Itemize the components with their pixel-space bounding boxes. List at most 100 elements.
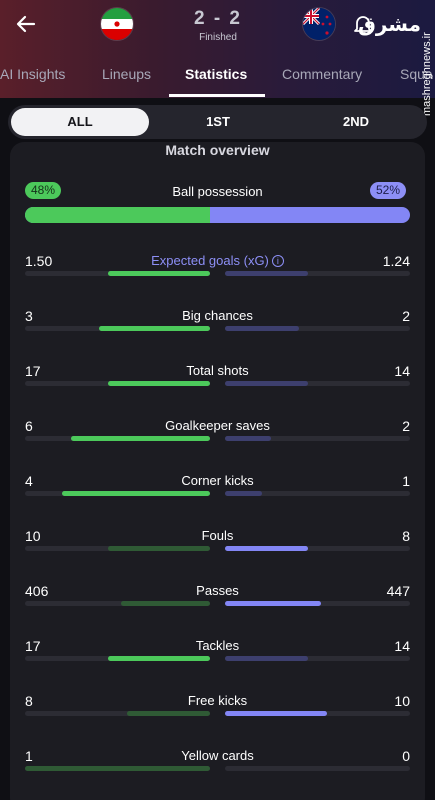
home-stat-track — [25, 546, 210, 551]
tab-commentary[interactable]: Commentary — [282, 66, 362, 82]
period-selector: ALL 1ST 2ND — [8, 105, 427, 139]
stat-label: Tackles — [0, 638, 435, 653]
away-stat-track — [225, 436, 410, 441]
stat-away-value: 2 — [402, 418, 410, 434]
away-stat-track — [225, 711, 410, 716]
stat-label-text: Big chances — [182, 308, 253, 323]
card-title: Match overview — [165, 142, 270, 158]
home-stat-bar — [108, 656, 210, 661]
active-tab-indicator — [169, 94, 265, 97]
home-stat-track — [25, 326, 210, 331]
away-stat-bar — [225, 491, 262, 496]
away-stat-track — [225, 326, 410, 331]
home-stat-bar — [108, 546, 210, 551]
home-stat-bar — [25, 766, 210, 771]
stat-label-text: Corner kicks — [181, 473, 254, 488]
period-1st-button[interactable]: 1ST — [149, 108, 287, 136]
match-score: 2 - 2 — [193, 8, 243, 29]
possession-away-badge: 52% — [370, 182, 407, 199]
home-stat-track — [25, 656, 210, 661]
stat-label: Free kicks — [0, 693, 435, 708]
stat-label: Fouls — [0, 528, 435, 543]
stat-label-text: Passes — [196, 583, 239, 598]
possession-bar — [25, 207, 410, 223]
stat-label: Goalkeeper saves — [0, 418, 435, 433]
stat-away-value: 1.24 — [382, 253, 410, 269]
stat-row: 8 Free kicks 10 — [0, 693, 435, 733]
back-arrow-icon — [16, 15, 36, 33]
away-stat-track — [225, 766, 410, 771]
stat-row: 1 Yellow cards 0 — [0, 748, 435, 788]
home-stat-track — [25, 601, 210, 606]
away-stat-track — [225, 381, 410, 386]
home-stat-track — [25, 271, 210, 276]
away-stat-track — [225, 491, 410, 496]
tab-bar: AI Insights Lineups Statistics Commentar… — [0, 58, 435, 98]
stat-row: 17 Total shots 14 — [0, 363, 435, 403]
stat-row: 4 Corner kicks 1 — [0, 473, 435, 513]
stat-label-text: Total shots — [186, 363, 249, 378]
home-stat-track — [25, 711, 210, 716]
tab-lineups[interactable]: Lineups — [102, 66, 151, 82]
home-stat-bar — [108, 271, 210, 276]
stat-away-value: 8 — [402, 528, 410, 544]
away-stat-bar — [225, 326, 299, 331]
stat-row: 406 Passes 447 — [0, 583, 435, 623]
stat-label: Total shots — [0, 363, 435, 378]
away-stat-bar — [225, 601, 322, 606]
stat-label-text: Expected goals (xG) — [151, 253, 269, 268]
new-zealand-flag-icon[interactable] — [303, 8, 335, 40]
home-stat-bar — [62, 491, 210, 496]
away-stat-bar — [225, 656, 309, 661]
away-stat-track — [225, 656, 410, 661]
stat-away-value: 10 — [394, 693, 410, 709]
period-all-button[interactable]: ALL — [11, 108, 149, 136]
stat-away-value: 2 — [402, 308, 410, 324]
away-stat-track — [225, 271, 410, 276]
away-stat-bar — [225, 381, 309, 386]
home-stat-track — [25, 491, 210, 496]
stat-label: Corner kicks — [0, 473, 435, 488]
stat-label-text: Free kicks — [187, 693, 248, 708]
score-box: 2 - 2 Finished — [168, 8, 268, 43]
stat-row: 1.50 Expected goals (xG) i 1.24 — [0, 253, 435, 293]
tab-ai-insights[interactable]: AI Insights — [0, 66, 65, 82]
away-stat-track — [225, 601, 410, 606]
away-stat-track — [225, 546, 410, 551]
tab-statistics[interactable]: Statistics — [185, 66, 247, 82]
stat-label-text: Tackles — [195, 638, 240, 653]
home-stat-track — [25, 766, 210, 771]
stat-row: 6 Goalkeeper saves 2 — [0, 418, 435, 458]
stat-away-value: 0 — [402, 748, 410, 764]
stat-row: 10 Fouls 8 — [0, 528, 435, 568]
stat-label-text: Goalkeeper saves — [165, 418, 270, 433]
away-stat-bar — [225, 546, 309, 551]
stat-row: 17 Tackles 14 — [0, 638, 435, 678]
stat-label: Passes — [0, 583, 435, 598]
away-stat-bar — [225, 436, 272, 441]
stat-away-value: 14 — [394, 638, 410, 654]
info-icon[interactable]: i — [271, 255, 284, 267]
stat-label[interactable]: Expected goals (xG) i — [0, 253, 435, 268]
home-stat-track — [25, 381, 210, 386]
stat-label: Yellow cards — [0, 748, 435, 763]
match-status: Finished — [199, 32, 237, 43]
stat-label-text: Fouls — [201, 528, 234, 543]
watermark-logo: مشرق — [357, 12, 421, 36]
away-stat-bar — [225, 271, 309, 276]
home-stat-bar — [108, 381, 210, 386]
home-stat-track — [25, 436, 210, 441]
stat-label: Big chances — [0, 308, 435, 323]
period-2nd-button[interactable]: 2ND — [287, 108, 425, 136]
match-header: 2 - 2 Finished مشرق AI Insights Lineups … — [0, 0, 435, 98]
stat-away-value: 1 — [402, 473, 410, 489]
stat-away-value: 14 — [394, 363, 410, 379]
stat-row: 3 Big chances 2 — [0, 308, 435, 348]
stat-label-text: Yellow cards — [181, 748, 254, 763]
iran-flag-icon[interactable] — [101, 8, 133, 40]
away-stat-bar — [225, 711, 327, 716]
watermark-vertical-text: mashreghnews.ir — [421, 32, 433, 116]
home-stat-bar — [121, 601, 210, 606]
home-stat-bar — [71, 436, 210, 441]
back-button[interactable] — [10, 8, 42, 40]
